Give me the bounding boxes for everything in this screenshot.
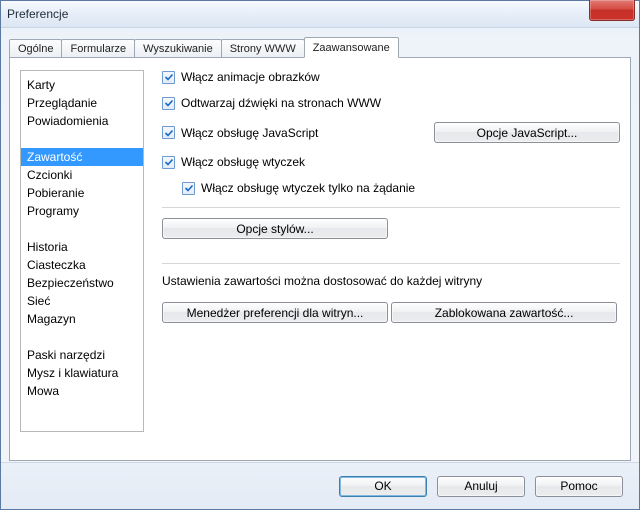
preferences-window: Preferencje Ogólne Formularze Wyszukiwan… [0,0,640,510]
divider-1 [162,207,620,208]
checkbox-javascript[interactable] [162,126,175,139]
sidebar-item-mouse[interactable]: Mysz i klawiatura [21,364,143,382]
sidebar-item-content[interactable]: Zawartość [21,148,143,166]
label-plugins: Włącz obsługę wtyczek [181,155,305,169]
button-site-preferences[interactable]: Menedżer preferencji dla witryn... [162,302,388,323]
tab-advanced[interactable]: Zaawansowane [304,37,399,58]
button-style-options[interactable]: Opcje stylów... [162,218,388,239]
titlebar: Preferencje [1,1,639,28]
close-button[interactable] [589,0,635,21]
sidebar-item-programs[interactable]: Programy [21,202,143,220]
sidebar-item-history[interactable]: Historia [21,238,143,256]
sidebar-item-toolbars[interactable]: Paski narzędzi [21,346,143,364]
tab-panel-advanced: Karty Przeglądanie Powiadomienia Zawarto… [9,57,631,461]
label-plugins-ondemand: Włącz obsługę wtyczek tylko na żądanie [201,181,415,195]
sidebar-item-browsing[interactable]: Przeglądanie [21,94,143,112]
label-javascript: Włącz obsługę JavaScript [181,126,318,140]
checkbox-animations[interactable] [162,71,175,84]
sidebar-item-speech[interactable]: Mowa [21,382,143,400]
sidebar-item-cookies[interactable]: Ciasteczka [21,256,143,274]
divider-2 [162,263,620,264]
settings-main: Włącz animacje obrazków Odtwarzaj dźwięk… [144,70,620,448]
checkbox-plugins-ondemand[interactable] [182,182,195,195]
button-js-options[interactable]: Opcje JavaScript... [434,122,620,143]
cancel-button[interactable]: Anuluj [437,476,525,497]
checkbox-sounds[interactable] [162,97,175,110]
window-title: Preferencje [7,7,68,21]
sidebar-item-network[interactable]: Sieć [21,292,143,310]
tab-general[interactable]: Ogólne [9,39,62,58]
label-animations: Włącz animacje obrazków [181,70,320,84]
tab-pages[interactable]: Strony WWW [221,39,305,58]
sidebar-item-download[interactable]: Pobieranie [21,184,143,202]
dialog-footer: OK Anuluj Pomoc [1,462,639,509]
label-sounds: Odtwarzaj dźwięki na stronach WWW [181,96,381,110]
sidebar-item-notifications[interactable]: Powiadomienia [21,112,143,130]
sidebar-item-cards[interactable]: Karty [21,76,143,94]
sidebar-item-fonts[interactable]: Czcionki [21,166,143,184]
sidebar-item-security[interactable]: Bezpieczeństwo [21,274,143,292]
tab-search[interactable]: Wyszukiwanie [134,39,222,58]
button-blocked-content[interactable]: Zablokowana zawartość... [391,302,617,323]
sidebar-item-storage[interactable]: Magazyn [21,310,143,328]
ok-button[interactable]: OK [339,476,427,497]
site-settings-note: Ustawienia zawartości można dostosować d… [162,274,620,288]
checkbox-plugins[interactable] [162,156,175,169]
tabstrip: Ogólne Formularze Wyszukiwanie Strony WW… [9,35,633,57]
content-area: Ogólne Formularze Wyszukiwanie Strony WW… [7,27,633,463]
sidebar: Karty Przeglądanie Powiadomienia Zawarto… [20,70,144,432]
help-button[interactable]: Pomoc [535,476,623,497]
tab-forms[interactable]: Formularze [61,39,135,58]
